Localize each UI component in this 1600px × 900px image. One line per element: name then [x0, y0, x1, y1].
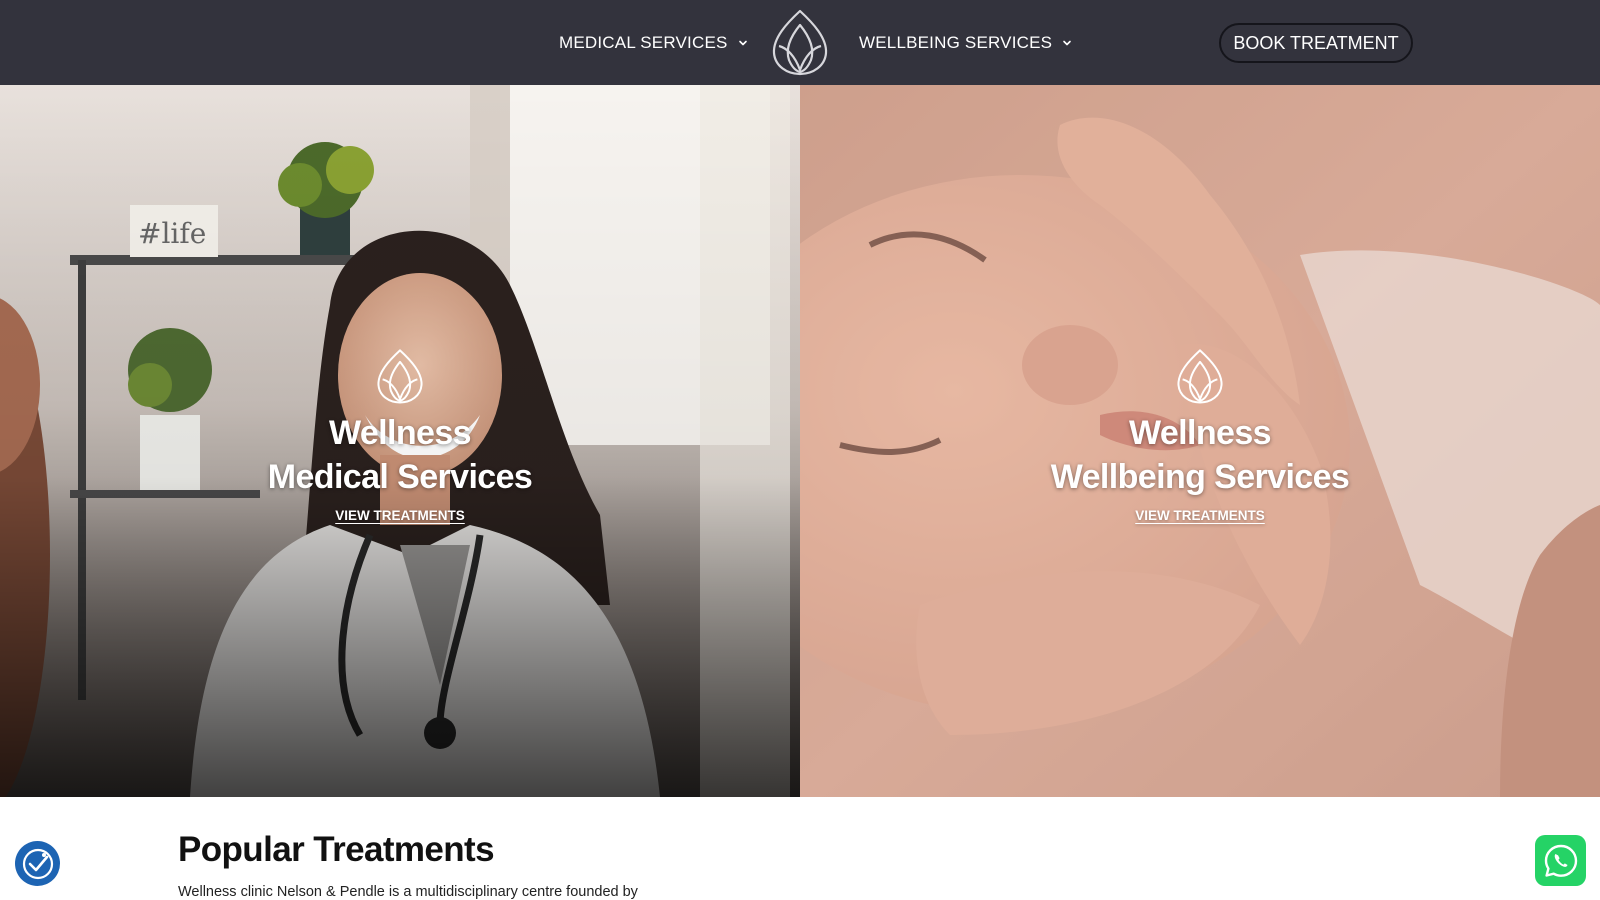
chevron-down-icon: [1063, 40, 1071, 46]
medical-title-line2: Medical Services: [267, 458, 533, 496]
medical-panel-content: Wellness Medical Services VIEW TREATMENT…: [0, 347, 800, 523]
lotus-icon: [1177, 349, 1223, 404]
top-navigation-bar: MEDICAL SERVICES WELLBEING SERVICES BOOK…: [0, 0, 1600, 85]
lotus-icon: [377, 349, 423, 404]
medical-panel-title: Wellness Medical Services: [267, 411, 533, 499]
nav-wellbeing-services[interactable]: WELLBEING SERVICES: [859, 30, 1073, 56]
wellbeing-panel-title: Wellness Wellbeing Services: [1051, 411, 1350, 499]
book-treatment-button[interactable]: BOOK TREATMENT: [1219, 23, 1413, 63]
accessibility-icon: [22, 848, 53, 879]
medical-view-treatments-link[interactable]: VIEW TREATMENTS: [335, 508, 465, 523]
accessibility-button[interactable]: [15, 841, 60, 886]
nav-wellbeing-services-label: WELLBEING SERVICES: [859, 33, 1053, 52]
medical-title-line1: Wellness: [329, 414, 472, 452]
wellbeing-panel-content: Wellness Wellbeing Services VIEW TREATME…: [800, 347, 1600, 523]
wellbeing-title-line1: Wellness: [1129, 414, 1272, 452]
nav-medical-services[interactable]: MEDICAL SERVICES: [559, 30, 749, 56]
nav-medical-services-label: MEDICAL SERVICES: [559, 33, 728, 52]
whatsapp-button[interactable]: [1535, 835, 1586, 886]
hero-panel-wellbeing[interactable]: Wellness Wellbeing Services VIEW TREATME…: [800, 85, 1600, 797]
hero-panel-medical[interactable]: #life: [0, 85, 800, 797]
wellbeing-title-line2: Wellbeing Services: [1050, 458, 1350, 496]
wellbeing-view-treatments-link[interactable]: VIEW TREATMENTS: [1135, 508, 1265, 523]
lotus-logo-icon[interactable]: [771, 8, 829, 76]
whatsapp-icon: [1544, 844, 1577, 877]
popular-treatments-heading: Popular Treatments: [178, 830, 495, 869]
popular-treatments-intro: Wellness clinic Nelson & Pendle is a mul…: [178, 884, 638, 900]
chevron-down-icon: [738, 40, 747, 46]
